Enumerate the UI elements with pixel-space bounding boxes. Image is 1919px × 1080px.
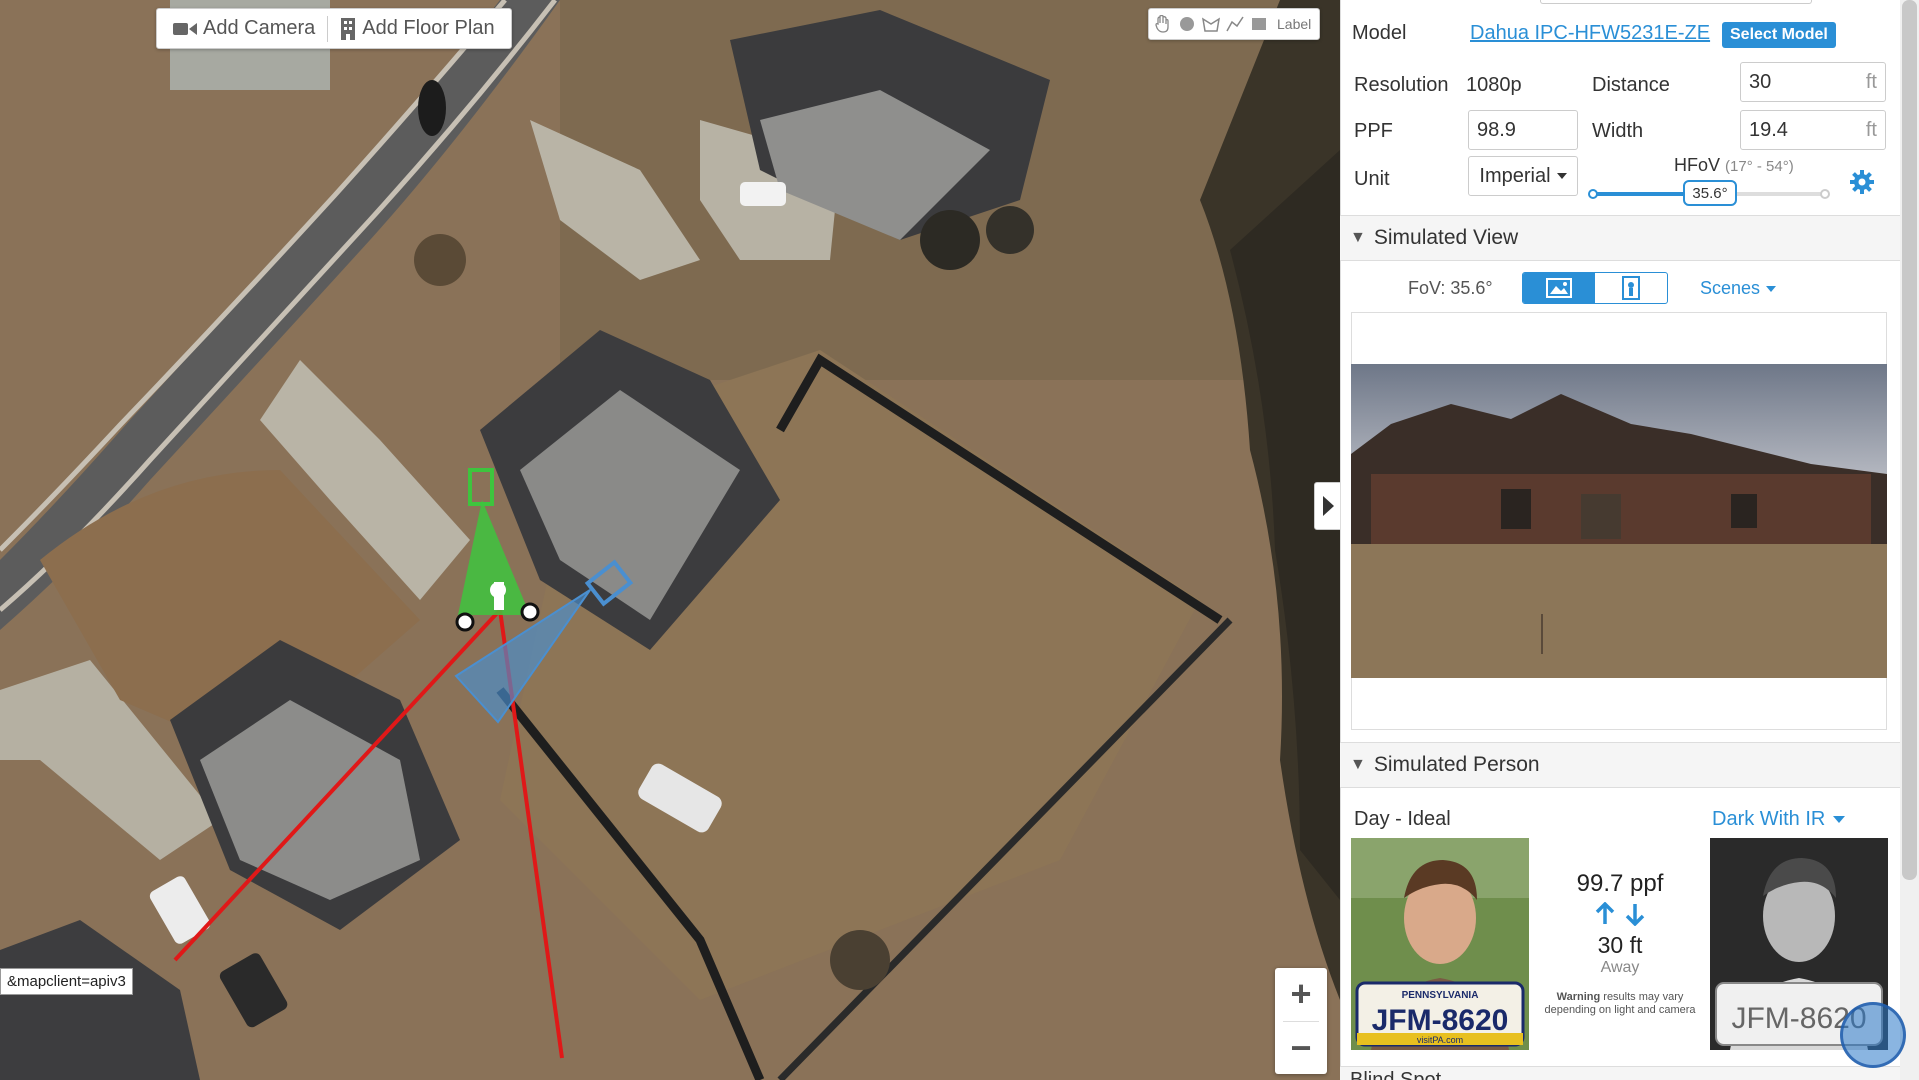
zoom-out-button[interactable]: −: [1275, 1022, 1327, 1075]
map-imagery: [0, 0, 1340, 1080]
caret-down-icon: [1833, 816, 1846, 823]
simulated-view-image: [1351, 364, 1887, 678]
distance-field[interactable]: 30 ft: [1740, 62, 1886, 102]
video-camera-icon: [173, 22, 197, 35]
hfov-slider-min: [1588, 189, 1598, 199]
warning-bold: Warning: [1556, 991, 1601, 1003]
pan-hand-icon[interactable]: [1153, 14, 1173, 34]
hfov-label: HFoV: [1674, 155, 1721, 175]
width-field[interactable]: 19.4 ft: [1740, 110, 1886, 150]
simulated-person-title: Simulated Person: [1373, 753, 1540, 776]
hfov-slider-handle[interactable]: 35.6°: [1683, 180, 1737, 206]
map-url-tooltip: &mapclient=apiv3: [0, 968, 133, 995]
scrollbar-thumb[interactable]: [1902, 0, 1917, 880]
building-icon: [341, 17, 356, 40]
select-model-button[interactable]: Select Model: [1722, 22, 1836, 48]
rectangle-tool-icon[interactable]: [1249, 14, 1269, 34]
panel-collapse-toggle[interactable]: [1314, 482, 1342, 530]
view-mode-toggle: [1522, 272, 1668, 304]
ppf-summary: 99.7 ppf 30 ft Away Warning results may …: [1530, 870, 1710, 1017]
day-condition-label: Day - Ideal: [1354, 808, 1451, 830]
shape-tool-icon[interactable]: [1201, 14, 1221, 34]
zoom-in-button[interactable]: +: [1275, 968, 1327, 1021]
model-label: Model: [1352, 22, 1407, 44]
plate-state-text: PENNSYLVANIA: [1402, 990, 1479, 1001]
night-condition-dropdown[interactable]: Dark With IR: [1712, 808, 1846, 831]
hfov-slider[interactable]: 35.6°: [1588, 180, 1830, 206]
unit-value: Imperial: [1479, 164, 1551, 187]
satellite-map[interactable]: Add Camera Add Floor Plan Label &mapclie…: [0, 0, 1340, 1080]
zoom-control: + −: [1275, 968, 1327, 1074]
add-floor-plan-button[interactable]: Add Floor Plan: [332, 17, 502, 40]
simulated-view-title: Simulated View: [1373, 226, 1519, 249]
hfov-slider-max: [1820, 189, 1830, 199]
portrait-view-button[interactable]: [1595, 273, 1667, 303]
label-tool[interactable]: Label: [1273, 16, 1315, 32]
fov-value: 35.6°: [1450, 278, 1493, 298]
portrait-icon: [1622, 276, 1640, 300]
arrow-down-icon[interactable]: [1625, 902, 1645, 926]
ppf-field[interactable]: 98.9: [1468, 110, 1578, 150]
caret-down-icon: [1766, 285, 1777, 292]
map-toolbar: Add Camera Add Floor Plan: [156, 8, 512, 49]
person-distance-value: 30 ft: [1597, 932, 1643, 958]
resolution-value: 1080p: [1466, 74, 1522, 96]
add-camera-label: Add Camera: [203, 17, 316, 39]
line-tool-icon[interactable]: [1225, 14, 1245, 34]
collapse-triangle-icon: ▼: [1350, 229, 1366, 246]
add-floor-plan-label: Add Floor Plan: [362, 17, 495, 39]
fov-readout: FoV: 35.6°: [1408, 278, 1493, 299]
scenes-dropdown[interactable]: Scenes: [1700, 278, 1777, 299]
arrow-up-icon[interactable]: [1595, 902, 1615, 926]
plate-day-text: JFM-8620: [1372, 1004, 1509, 1037]
blind-spot-title: Blind Spot: [1350, 1069, 1442, 1080]
image-icon: [1546, 278, 1572, 298]
fov-label: FoV:: [1408, 278, 1446, 298]
ppf-label: PPF: [1354, 120, 1393, 142]
add-camera-button[interactable]: Add Camera: [165, 17, 323, 40]
collapse-triangle-icon: ▼: [1350, 756, 1366, 773]
previous-field-edge: [1540, 0, 1812, 4]
distance-arrows: [1530, 902, 1710, 926]
help-chat-icon[interactable]: [1840, 1002, 1906, 1068]
scenes-label: Scenes: [1700, 278, 1761, 298]
distance-value: 30: [1749, 70, 1772, 93]
width-unit: ft: [1865, 118, 1877, 141]
resolution-label: Resolution: [1354, 74, 1449, 96]
toolbar-divider: [327, 15, 329, 42]
distance-unit: ft: [1865, 70, 1877, 93]
simulated-person-header[interactable]: ▼ Simulated Person: [1340, 742, 1900, 788]
day-person-image: PENNSYLVANIA JFM-8620 visitPA.com: [1351, 838, 1529, 1050]
drawing-tools: Label: [1148, 8, 1321, 40]
caret-down-icon: [1556, 173, 1567, 179]
panel-scrollbar[interactable]: [1900, 0, 1919, 1080]
caret-right-icon: [1323, 496, 1334, 516]
simulated-view-header[interactable]: ▼ Simulated View: [1340, 215, 1900, 261]
gear-icon: [1850, 170, 1874, 194]
plate-site-text: visitPA.com: [1417, 1035, 1463, 1045]
person-warning: Warning results may vary depending on li…: [1530, 991, 1710, 1017]
hfov-range: (17° - 54°): [1725, 158, 1794, 175]
settings-gear-button[interactable]: [1850, 170, 1874, 199]
hfov-heading: HFoV (17° - 54°): [1674, 155, 1794, 176]
distance-label: Distance: [1592, 74, 1670, 96]
unit-select[interactable]: Imperial: [1468, 156, 1578, 196]
width-value: 19.4: [1749, 118, 1788, 141]
ppf-value: 98.9: [1477, 118, 1516, 141]
person-ppf-value: 99.7 ppf: [1576, 870, 1664, 897]
model-link[interactable]: Dahua IPC-HFW5231E-ZE: [1470, 22, 1710, 45]
night-condition-label: Dark With IR: [1712, 808, 1826, 830]
landscape-view-button[interactable]: [1523, 273, 1595, 303]
person-away-label: Away: [1600, 959, 1640, 976]
width-label: Width: [1592, 120, 1644, 142]
blind-spot-header[interactable]: Blind Spot: [1340, 1066, 1900, 1080]
unit-label: Unit: [1354, 168, 1390, 190]
circle-tool-icon[interactable]: [1177, 14, 1197, 34]
